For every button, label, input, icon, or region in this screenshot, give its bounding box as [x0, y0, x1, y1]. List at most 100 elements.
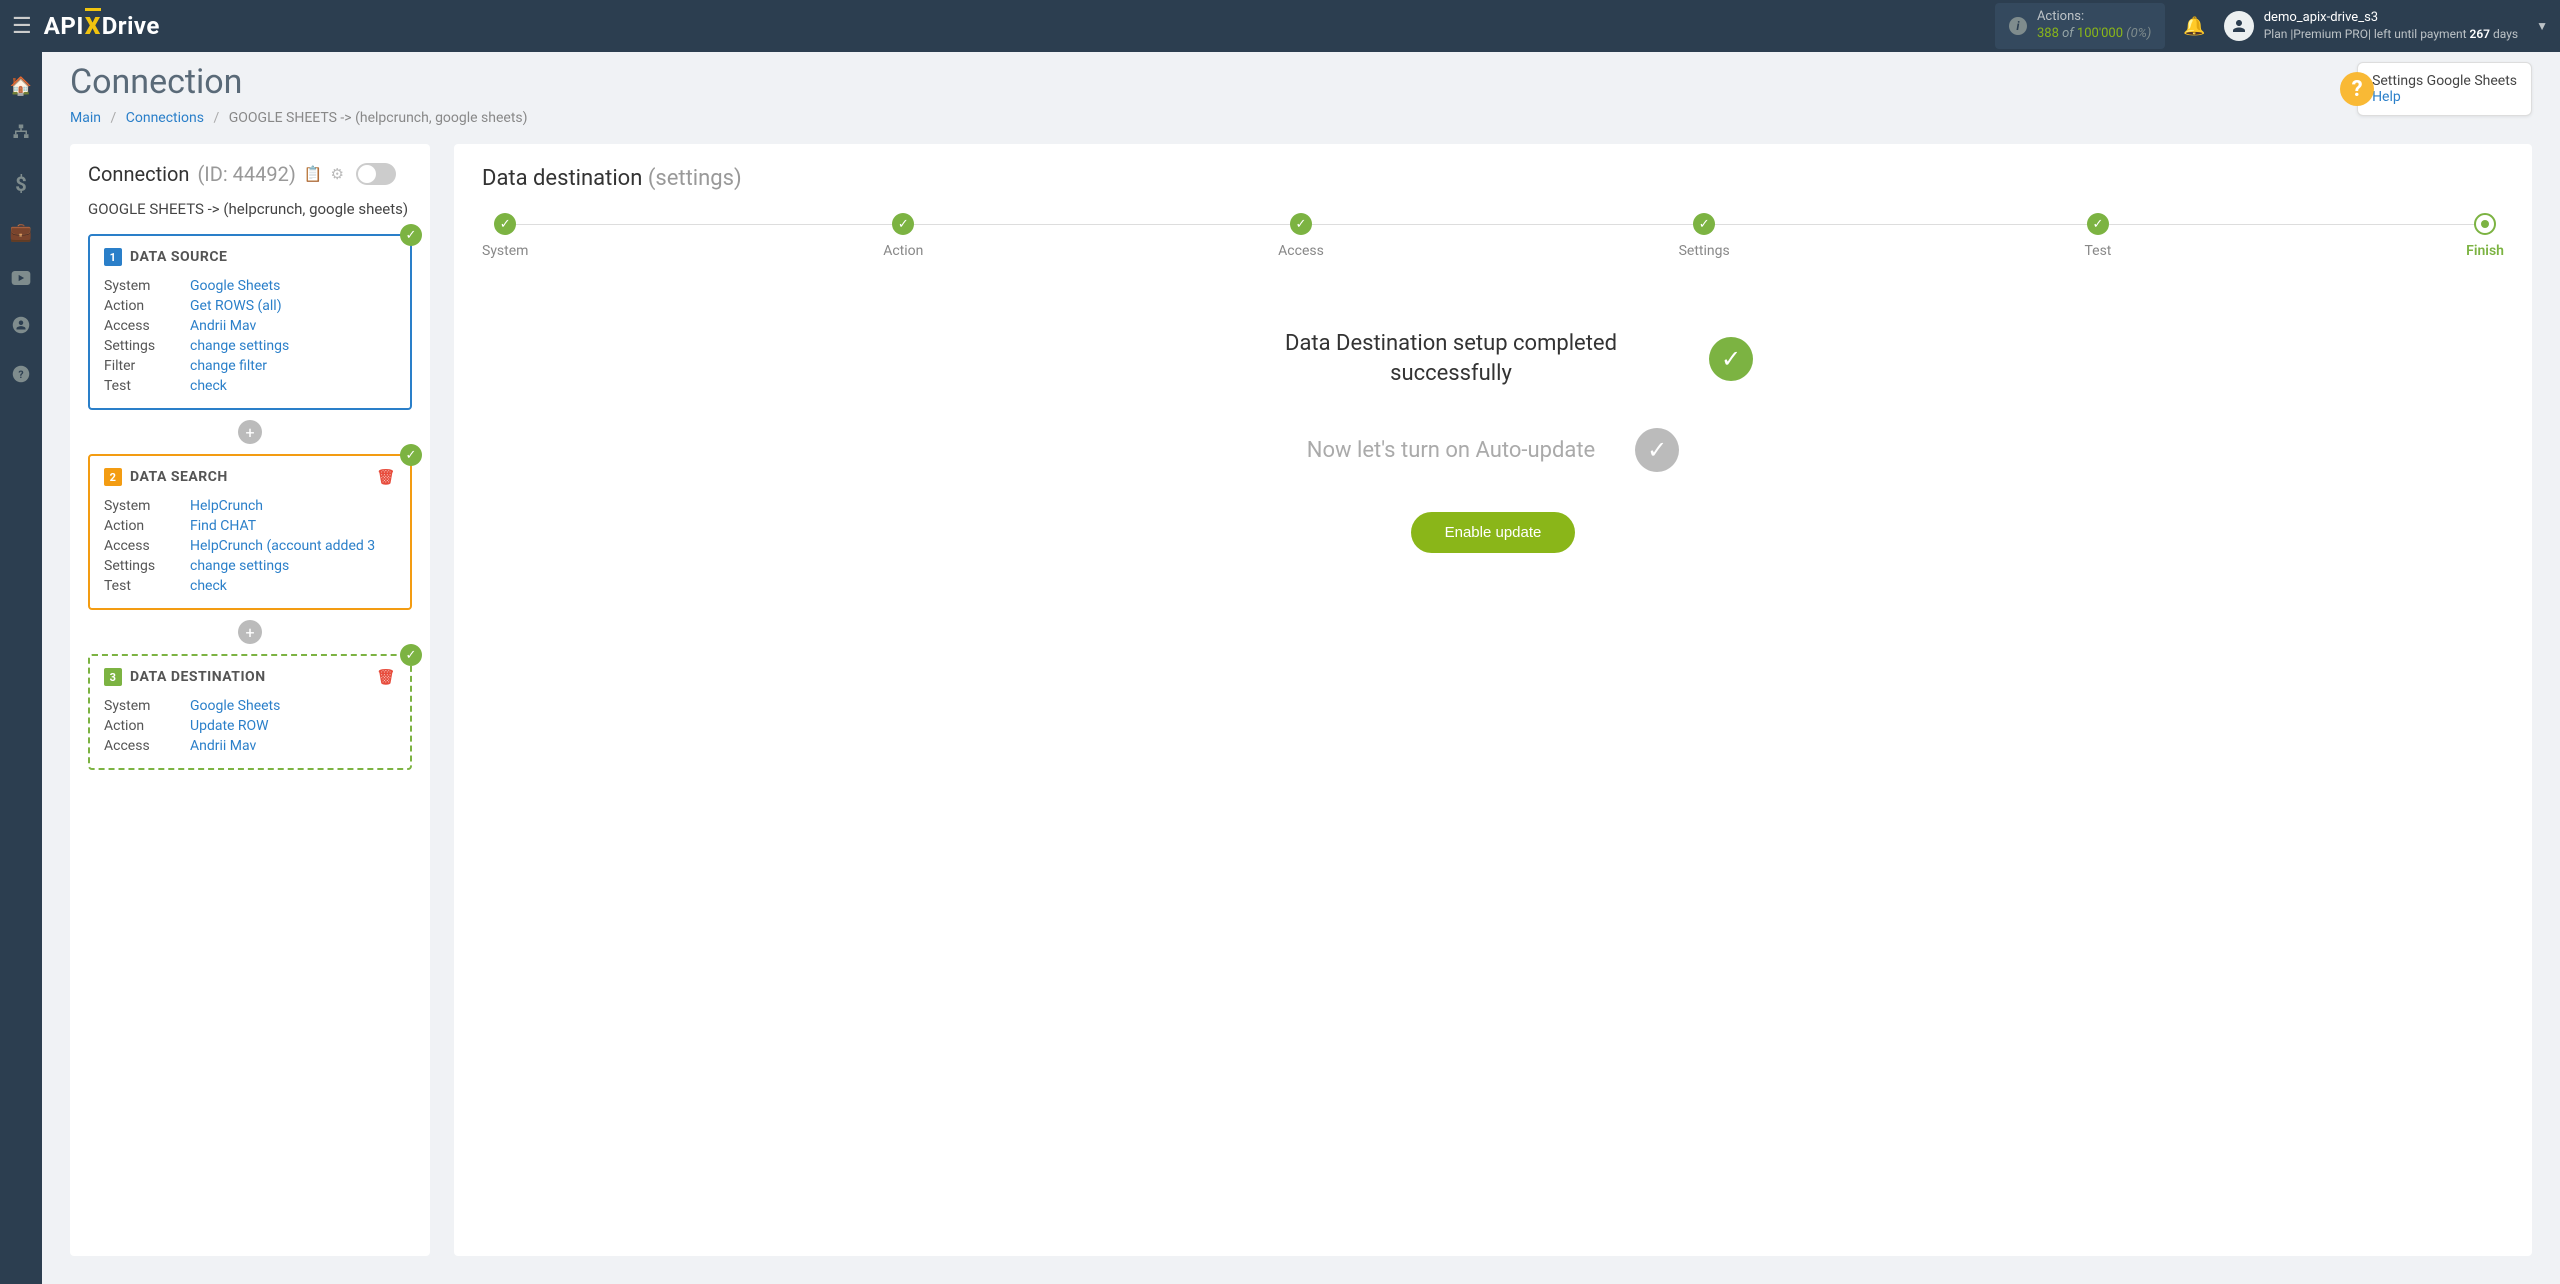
row-value[interactable]: Get ROWS (all)	[190, 298, 396, 314]
gear-icon[interactable]: ⚙	[331, 165, 344, 183]
home-icon[interactable]: 🏠	[10, 76, 32, 97]
row-key: Access	[104, 538, 190, 554]
step-dot-icon: ✓	[1290, 213, 1312, 235]
add-block-button[interactable]: +	[238, 420, 262, 444]
step-access[interactable]: ✓Access	[1278, 213, 1324, 259]
help-box: ? Settings Google Sheets Help	[2357, 62, 2532, 116]
step-system[interactable]: ✓System	[482, 213, 528, 259]
row-key: System	[104, 278, 190, 294]
row-value[interactable]: change filter	[190, 358, 396, 374]
step-settings[interactable]: ✓Settings	[1679, 213, 1730, 259]
logo[interactable]: API X Drive	[44, 12, 160, 40]
row-key: Settings	[104, 558, 190, 574]
actions-label: Actions:	[2037, 9, 2151, 26]
logo-x: X	[85, 12, 101, 40]
help-question-icon: ?	[2340, 72, 2374, 106]
sitemap-icon[interactable]	[12, 123, 30, 146]
row-value[interactable]: Update ROW	[190, 718, 396, 734]
menu-icon[interactable]: ☰	[12, 14, 32, 39]
user-plan: Plan |Premium PRO| left until payment 26…	[2264, 27, 2518, 43]
youtube-icon[interactable]	[11, 269, 31, 290]
block-row: Settings change settings	[104, 556, 396, 576]
block-row: Settings change settings	[104, 336, 396, 356]
bell-icon[interactable]: 🔔	[2183, 16, 2205, 37]
row-key: System	[104, 498, 190, 514]
row-value[interactable]: check	[190, 578, 396, 594]
msg-auto-update-text: Now let's turn on Auto-update	[1307, 436, 1595, 466]
block-title-text: DATA SEARCH	[130, 469, 228, 485]
row-key: Settings	[104, 338, 190, 354]
trash-icon[interactable]: 🗑	[376, 468, 396, 486]
row-key: Action	[104, 298, 190, 314]
user-box[interactable]: demo_apix-drive_s3 Plan |Premium PRO| le…	[2224, 10, 2548, 42]
actions-limit: 100'000	[2077, 26, 2123, 41]
stepper: ✓System✓Action✓Access✓Settings✓TestFinis…	[482, 213, 2504, 259]
step-dot-icon: ✓	[2087, 213, 2109, 235]
destination-title: Data destination (settings)	[482, 166, 2504, 191]
breadcrumb-main[interactable]: Main	[70, 110, 101, 126]
row-key: Action	[104, 718, 190, 734]
dollar-icon[interactable]: $	[15, 172, 26, 196]
question-icon[interactable]: ?	[12, 365, 30, 388]
enable-update-button[interactable]: Enable update	[1411, 512, 1576, 553]
row-key: Access	[104, 738, 190, 754]
block-row: Test check	[104, 376, 396, 396]
info-icon: i	[2009, 17, 2027, 35]
block-row: Access Andrii Mav	[104, 736, 396, 756]
check-badge-icon: ✓	[400, 224, 422, 246]
step-action[interactable]: ✓ Action	[883, 213, 923, 259]
connection-path: GOOGLE SHEETS -> (helpcrunch, google she…	[88, 200, 412, 218]
row-value[interactable]: Google Sheets	[190, 698, 396, 714]
add-block-button[interactable]: +	[238, 620, 262, 644]
breadcrumb-connections[interactable]: Connections	[126, 110, 204, 126]
block-number: 3	[104, 668, 122, 686]
row-value[interactable]: Andrii Mav	[190, 318, 396, 334]
trash-icon[interactable]: 🗑	[376, 668, 396, 686]
row-value[interactable]: Google Sheets	[190, 278, 396, 294]
breadcrumb-current: GOOGLE SHEETS -> (helpcrunch, google she…	[229, 110, 528, 126]
row-value[interactable]: HelpCrunch	[190, 498, 396, 514]
step-label: Finish	[2466, 243, 2504, 259]
step-dot-icon: ✓	[892, 213, 914, 235]
user-icon[interactable]	[12, 316, 30, 339]
msg-auto-update: Now let's turn on Auto-update ✓	[1233, 428, 1753, 472]
check-icon: ✓	[1709, 337, 1753, 381]
block-title-text: DATA SOURCE	[130, 249, 227, 265]
step-finish[interactable]: Finish	[2466, 213, 2504, 259]
block-number: 2	[104, 468, 122, 486]
block-title: 2 DATA SEARCH 🗑	[104, 468, 396, 486]
briefcase-icon[interactable]: 💼	[10, 222, 32, 243]
step-test[interactable]: ✓Test	[2084, 213, 2111, 259]
destination-panel: Data destination (settings) ✓System✓Acti…	[454, 144, 2532, 1256]
copy-icon[interactable]: 📋	[304, 165, 323, 183]
page-title: Connection	[70, 62, 2532, 102]
row-value[interactable]: HelpCrunch (account added 3	[190, 538, 396, 554]
step-dot-icon: ✓	[494, 213, 516, 235]
row-value[interactable]: check	[190, 378, 396, 394]
actions-box[interactable]: i Actions: 388 of 100'000 (0%)	[1995, 3, 2165, 49]
block-row: Action Find CHAT	[104, 516, 396, 536]
svg-text:?: ?	[18, 368, 23, 381]
topbar: ☰ API X Drive i Actions: 388 of 100'000 …	[0, 0, 2560, 52]
step-dot-icon: ✓	[1693, 213, 1715, 235]
row-value[interactable]: change settings	[190, 338, 396, 354]
row-key: Access	[104, 318, 190, 334]
help-title: Settings Google Sheets	[2372, 73, 2517, 89]
row-value[interactable]: Find CHAT	[190, 518, 396, 534]
check-icon: ✓	[1635, 428, 1679, 472]
logo-pre: API	[44, 12, 84, 40]
connection-toggle[interactable]	[356, 163, 396, 185]
block-title-text: DATA DESTINATION	[130, 669, 266, 685]
row-value[interactable]: Andrii Mav	[190, 738, 396, 754]
row-key: Test	[104, 578, 190, 594]
connection-label: Connection	[88, 162, 189, 186]
user-info: demo_apix-drive_s3 Plan |Premium PRO| le…	[2264, 10, 2518, 42]
block-data-destination: ✓ 3 DATA DESTINATION 🗑 System Google She…	[88, 654, 412, 770]
row-value[interactable]: change settings	[190, 558, 396, 574]
help-link[interactable]: Help	[2372, 89, 2517, 105]
step-label: Action	[883, 243, 923, 259]
block-row: Access HelpCrunch (account added 3	[104, 536, 396, 556]
check-badge-icon: ✓	[400, 644, 422, 666]
block-row: Action Get ROWS (all)	[104, 296, 396, 316]
block-number: 1	[104, 248, 122, 266]
